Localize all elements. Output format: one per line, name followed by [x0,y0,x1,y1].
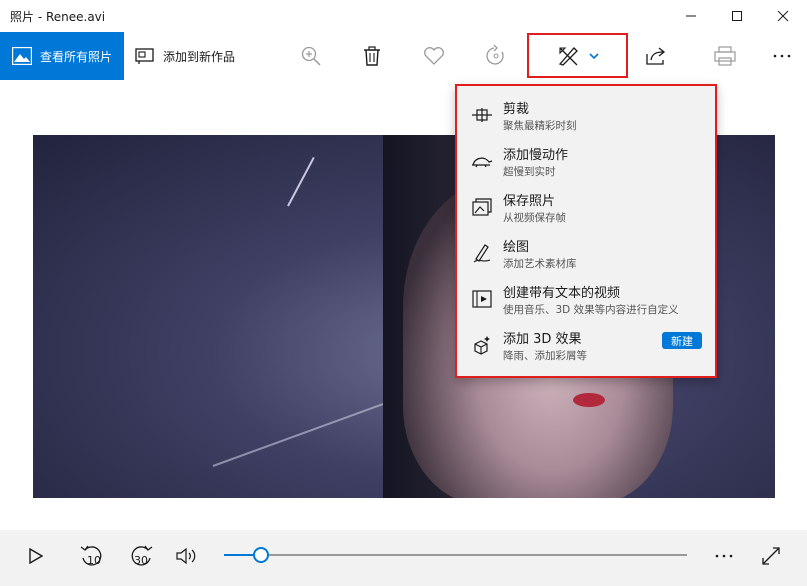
menu-item-title: 保存照片 [503,194,556,209]
menu-item-title: 剪裁 [503,102,530,117]
title-bar: 照片 - Renee.avi [0,0,807,32]
print-icon [714,46,736,66]
menu-item-video-with-text[interactable]: 创建带有文本的视频 使用音乐、3D 效果等内容进行自定义 [457,278,715,324]
menu-item-subtitle: 添加艺术素材库 [503,258,577,270]
video-text-icon [471,288,493,310]
view-all-photos-label: 查看所有照片 [40,49,113,64]
rotate-icon [485,45,507,67]
edit-create-menu: 剪裁 聚焦最精彩时刻 添加慢动作 超慢到实时 保存照片 从视频保存帧 绘图 添加… [455,84,717,378]
menu-item-subtitle: 使用音乐、3D 效果等内容进行自定义 [503,304,679,316]
skip-back-button[interactable]: 10 [76,540,108,572]
play-button[interactable] [20,540,52,572]
more-icon [715,554,733,558]
3d-effects-icon [471,334,493,356]
seek-bar[interactable] [224,547,687,563]
video-light-streak [212,396,402,467]
skip-back-label: 10 [87,554,101,567]
delete-button[interactable] [356,40,388,72]
more-icon [773,54,791,58]
menu-item-slow-motion[interactable]: 添加慢动作 超慢到实时 [457,140,715,186]
menu-item-subtitle: 聚焦最精彩时刻 [503,120,577,132]
menu-item-subtitle: 超慢到实时 [503,166,556,178]
zoom-in-button[interactable] [295,40,327,72]
trim-icon [471,104,493,126]
window-title: 照片 - Renee.avi [10,10,106,24]
maximize-icon [731,10,743,22]
add-to-creation-icon [135,47,155,65]
photos-app-icon [12,47,32,65]
draw-icon [471,242,493,264]
playback-bar: 10 30 [0,530,807,586]
close-button[interactable] [760,0,806,32]
favorite-icon [423,46,445,66]
delete-icon [363,46,381,66]
new-badge: 新建 [662,332,702,349]
video-light-streak [287,156,315,207]
seek-thumb[interactable] [253,547,270,563]
skip-forward-icon: 30 [128,544,154,568]
volume-icon [176,547,200,565]
more-options-button[interactable] [766,40,798,72]
zoom-in-icon [301,46,321,66]
minimize-icon [685,10,697,22]
save-photo-icon [471,196,493,218]
menu-item-trim[interactable]: 剪裁 聚焦最精彩时刻 [457,94,715,140]
fullscreen-button[interactable] [755,540,787,572]
menu-item-subtitle: 从视频保存帧 [503,212,566,224]
playback-more-button[interactable] [708,540,740,572]
add-to-creation-label: 添加到新作品 [163,49,236,64]
print-button[interactable] [709,40,741,72]
menu-item-title: 创建带有文本的视频 [503,286,621,301]
menu-item-title: 绘图 [503,240,530,255]
add-to-creation-button[interactable]: 添加到新作品 [135,32,235,80]
play-icon [29,548,43,564]
view-all-photos-button[interactable]: 查看所有照片 [0,32,124,80]
maximize-button[interactable] [714,0,760,32]
menu-item-title: 添加 3D 效果 [503,332,582,347]
favorite-button[interactable] [418,40,450,72]
fullscreen-icon [761,546,781,566]
skip-forward-label: 30 [134,554,148,567]
slow-motion-icon [471,150,493,172]
rotate-button[interactable] [480,40,512,72]
menu-item-title: 添加慢动作 [503,148,569,163]
skip-forward-button[interactable]: 30 [125,540,157,572]
close-icon [777,10,789,22]
menu-item-draw[interactable]: 绘图 添加艺术素材库 [457,232,715,278]
edit-and-create-button[interactable] [527,33,628,78]
volume-button[interactable] [172,540,204,572]
minimize-button[interactable] [668,0,714,32]
menu-item-save-photo[interactable]: 保存照片 从视频保存帧 [457,186,715,232]
share-icon [645,46,667,66]
skip-back-icon: 10 [79,544,105,568]
share-button[interactable] [640,40,672,72]
edit-create-icon [557,45,581,67]
menu-item-subtitle: 降雨、添加彩屑等 [503,350,587,362]
chevron-down-icon [588,52,599,60]
video-character-lips [573,393,605,407]
toolbar: 查看所有照片 添加到新作品 [0,32,807,80]
menu-item-3d-effects[interactable]: 添加 3D 效果 降雨、添加彩屑等 新建 [457,324,715,370]
